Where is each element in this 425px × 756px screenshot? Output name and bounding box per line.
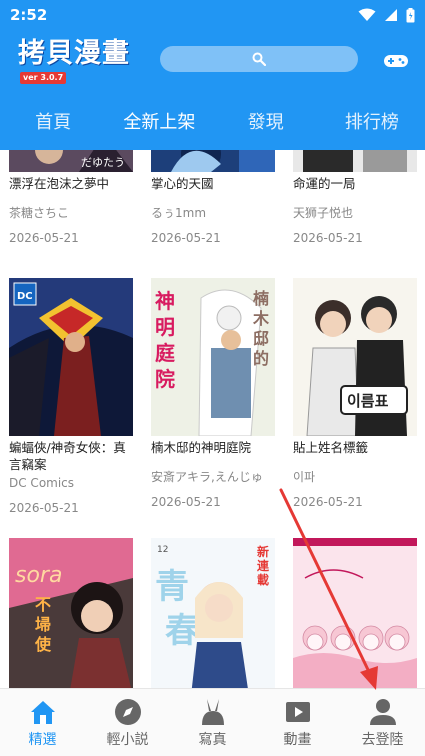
compass-icon (114, 698, 141, 725)
tab-new-releases[interactable]: 全新上架 (106, 92, 212, 150)
gamepad-icon[interactable] (383, 52, 409, 70)
name-tag-text: 이름표 (347, 392, 389, 410)
svg-text:だゆたう: だゆたう (81, 156, 125, 169)
wifi-icon (358, 8, 376, 21)
user-icon (369, 698, 396, 725)
nav-login-label: 去登陸 (361, 731, 404, 748)
nav-featured[interactable]: 精選 (0, 689, 85, 756)
battery-icon (406, 7, 415, 22)
comic-cover[interactable]: だゆたう (9, 150, 133, 172)
comic-card[interactable]: 12 青 春 新連載 (151, 538, 275, 688)
nav-photo[interactable]: 寫真 (170, 689, 255, 756)
comic-card[interactable]: 掌心的天國 るぅ1mm 2026-05-21 (151, 150, 275, 246)
comic-date: 2026-05-21 (9, 501, 79, 515)
svg-text:春: 春 (165, 611, 199, 651)
comic-title: 楠木邸的神明庭院 (151, 440, 252, 455)
nav-featured-label: 精選 (28, 731, 57, 748)
signal-icon (385, 9, 397, 21)
comic-title: 蝙蝠俠/神奇女俠：真言竊案 (9, 440, 126, 472)
nav-light-novel[interactable]: 輕小説 (85, 689, 170, 756)
issue-number: 12 (157, 545, 168, 555)
comic-card[interactable]: 神明庭院 楠木邸的 楠木邸的神明庭院 安斎アキラ,えんじゅ 2026-05-21 (151, 278, 275, 510)
app-root: 2:52 拷貝漫畫 ver 3.0.7 首頁 全新上架 發現 排行榜 だゆたう … (0, 0, 425, 756)
comic-cover[interactable] (293, 150, 417, 172)
header: 2:52 拷貝漫畫 ver 3.0.7 首頁 全新上架 發現 排行榜 (0, 0, 425, 150)
comic-grid: だゆたう 漂浮在泡沫之夢中 茶糖さちこ 2026-05-21 掌心的天國 るぅ1… (0, 150, 425, 688)
tab-bar: 首頁 全新上架 發現 排行榜 (0, 92, 425, 150)
status-bar: 2:52 (0, 0, 425, 30)
bottom-navigation: 精選 輕小説 寫真 動畫 去登陸 (0, 688, 425, 756)
tab-home[interactable]: 首頁 (0, 92, 106, 150)
comic-card[interactable]: DC 蝙蝠俠/神奇女俠：真言竊案 DC Comics 2026-05-21 (9, 278, 133, 516)
search-bar[interactable] (160, 46, 358, 72)
comic-author: 이파 (293, 470, 316, 484)
app-title: 拷貝漫畫 (18, 38, 130, 69)
comic-author: 天狮子悦也 (293, 206, 354, 220)
comic-cover[interactable]: DC (9, 278, 133, 436)
comic-title: 貼上姓名標籤 (293, 440, 369, 455)
nav-login[interactable]: 去登陸 (340, 689, 425, 756)
comic-title: 掌心的天國 (151, 176, 214, 191)
status-time: 2:52 (10, 6, 48, 24)
nav-light-novel-label: 輕小説 (106, 731, 149, 748)
comic-cover[interactable]: 이름표 (293, 278, 417, 436)
comic-author: るぅ1mm (151, 206, 207, 220)
svg-text:不埽使: 不埽使 (34, 595, 52, 654)
comic-cover[interactable] (293, 538, 417, 688)
comic-author: 安斎アキラ,えんじゅ (151, 470, 263, 484)
tab-discover[interactable]: 發現 (213, 92, 319, 150)
comic-date: 2026-05-21 (151, 231, 221, 245)
comic-card[interactable]: sora 不埽使 (9, 538, 133, 688)
comic-author: 茶糖さちこ (9, 206, 70, 220)
comic-card[interactable]: だゆたう 漂浮在泡沫之夢中 茶糖さちこ 2026-05-21 (9, 150, 133, 246)
nav-anime[interactable]: 動畫 (255, 689, 340, 756)
svg-text:新連載: 新連載 (257, 544, 270, 587)
comic-cover[interactable] (151, 150, 275, 172)
dc-logo-text: DC (17, 291, 33, 302)
sora-title: sora (15, 563, 62, 588)
comic-card[interactable]: 이름표 貼上姓名標籤 이파 2026-05-21 (293, 278, 417, 510)
comic-author: DC Comics (9, 476, 75, 490)
comic-title: 命運的一局 (293, 176, 356, 191)
svg-text:青: 青 (155, 567, 189, 607)
comic-date: 2026-05-21 (293, 231, 363, 245)
nav-anime-label: 動畫 (283, 731, 312, 748)
bunny-icon (201, 698, 224, 725)
home-icon (30, 700, 55, 724)
comic-card[interactable]: 命運的一局 天狮子悦也 2026-05-21 (293, 150, 417, 246)
app-logo[interactable]: 拷貝漫畫 ver 3.0.7 (18, 37, 136, 85)
svg-text:楠木邸的: 楠木邸的 (252, 289, 270, 368)
comic-date: 2026-05-21 (293, 495, 363, 509)
comic-cover[interactable]: 12 青 春 新連載 (151, 538, 275, 688)
search-icon (252, 52, 266, 66)
version-badge: ver 3.0.7 (20, 72, 67, 84)
play-icon (285, 701, 310, 722)
comic-cover[interactable]: sora 不埽使 (9, 538, 133, 688)
tab-ranking[interactable]: 排行榜 (319, 92, 425, 150)
nav-photo-label: 寫真 (198, 731, 227, 748)
comic-date: 2026-05-21 (9, 231, 79, 245)
comic-card[interactable] (293, 538, 417, 688)
status-icons (358, 7, 415, 23)
comic-cover[interactable]: 神明庭院 楠木邸的 (151, 278, 275, 436)
app-bar: 拷貝漫畫 ver 3.0.7 (0, 30, 425, 92)
comic-title: 漂浮在泡沫之夢中 (9, 176, 110, 191)
comic-date: 2026-05-21 (151, 495, 221, 509)
